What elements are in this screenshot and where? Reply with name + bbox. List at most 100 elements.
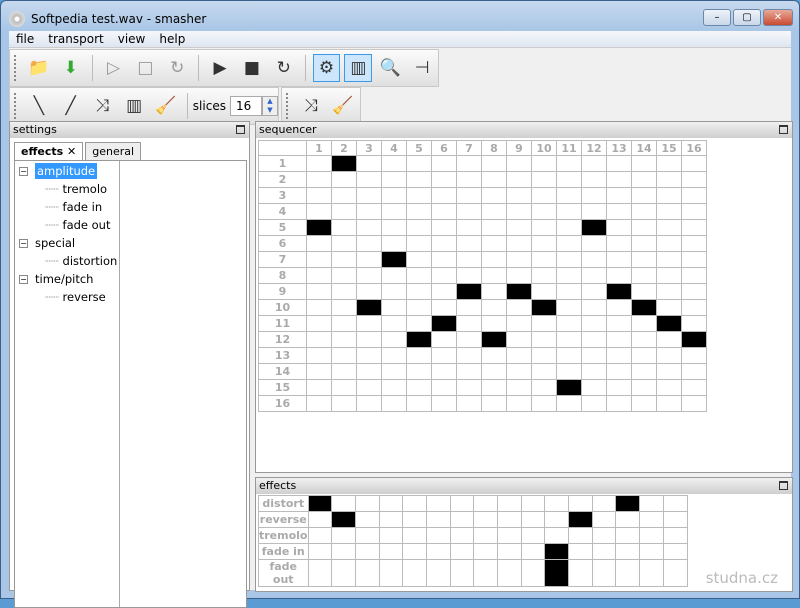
grid-cell[interactable] — [331, 363, 357, 380]
grid-cell[interactable] — [556, 235, 582, 252]
grid-cell[interactable] — [331, 235, 357, 252]
grid-cell[interactable] — [581, 363, 607, 380]
menu-file[interactable]: file — [9, 31, 41, 47]
grid-cell[interactable] — [568, 559, 593, 587]
grid-cell[interactable] — [331, 155, 357, 172]
grid-cell[interactable] — [431, 315, 457, 332]
grid-cell[interactable] — [473, 559, 498, 587]
grid-cell[interactable] — [378, 511, 404, 528]
grid-cell[interactable] — [456, 379, 482, 396]
grid-cell[interactable] — [381, 219, 407, 236]
grid-cell[interactable] — [306, 171, 332, 188]
grid-cell[interactable] — [520, 543, 546, 560]
shuffle-effects-icon[interactable]: ⤨ — [297, 92, 325, 120]
grid-cell[interactable] — [531, 331, 557, 348]
grid-cell[interactable] — [449, 495, 475, 512]
grid-cell[interactable] — [531, 171, 557, 188]
grid-cell[interactable] — [681, 379, 707, 396]
grid-cell[interactable] — [481, 363, 507, 380]
grid-cell[interactable] — [591, 559, 617, 587]
grid-cell[interactable] — [531, 267, 557, 284]
grid-cell[interactable] — [606, 187, 632, 204]
grid-cell[interactable] — [556, 219, 582, 236]
grid-cell[interactable] — [631, 267, 657, 284]
grid-cell[interactable] — [481, 395, 507, 412]
grid-cell[interactable] — [307, 559, 333, 587]
grid-cell[interactable] — [631, 187, 657, 204]
grid-cell[interactable] — [425, 495, 451, 512]
grid-cell[interactable] — [431, 267, 457, 284]
grid-cell[interactable] — [631, 363, 657, 380]
grid-cell[interactable] — [656, 171, 682, 188]
grid-cell[interactable] — [656, 363, 682, 380]
grid-cell[interactable] — [531, 315, 557, 332]
grid-cell[interactable] — [581, 267, 607, 284]
grid-cell[interactable] — [406, 363, 432, 380]
grid-cell[interactable] — [306, 203, 332, 220]
grid-cell[interactable] — [681, 283, 707, 300]
grid-cell[interactable] — [531, 363, 557, 380]
grid-cell[interactable] — [481, 379, 507, 396]
grid-cell[interactable] — [406, 331, 432, 348]
clear-effects-broom-icon[interactable]: 🧹 — [329, 92, 357, 120]
grid-cell[interactable] — [520, 559, 546, 587]
grid-cell[interactable] — [381, 267, 407, 284]
grid-cell[interactable] — [381, 379, 407, 396]
grid-cell[interactable] — [331, 251, 357, 268]
grid-cell[interactable] — [406, 347, 432, 364]
grid-cell[interactable] — [656, 283, 682, 300]
grid-cell[interactable] — [631, 283, 657, 300]
grid-cell[interactable] — [506, 363, 532, 380]
grid-cell[interactable] — [556, 251, 582, 268]
grid-cell[interactable] — [506, 331, 532, 348]
grid-cell[interactable] — [306, 331, 332, 348]
grid-cell[interactable] — [354, 527, 380, 544]
grid-cell[interactable] — [456, 235, 482, 252]
grid-cell[interactable] — [568, 495, 593, 512]
grid-cell[interactable] — [473, 511, 498, 528]
grid-cell[interactable] — [639, 511, 664, 528]
grid-cell[interactable] — [606, 347, 632, 364]
grid-cell[interactable] — [606, 299, 632, 316]
grid-cell[interactable] — [481, 155, 507, 172]
grid-cell[interactable] — [506, 171, 532, 188]
grid-cell[interactable] — [306, 363, 332, 380]
grid-cell[interactable] — [681, 187, 707, 204]
grid-cell[interactable] — [306, 187, 332, 204]
grid-cell[interactable] — [556, 171, 582, 188]
grid-cell[interactable] — [581, 235, 607, 252]
grid-cell[interactable] — [631, 235, 657, 252]
collapse-toggle-icon[interactable]: − — [19, 275, 28, 284]
grid-cell[interactable] — [481, 331, 507, 348]
grid-cell[interactable] — [556, 283, 582, 300]
grid-cell[interactable] — [531, 155, 557, 172]
grid-cell[interactable] — [581, 251, 607, 268]
grid-cell[interactable] — [531, 203, 557, 220]
line-down-icon[interactable]: ╲ — [25, 92, 53, 120]
stop-icon[interactable]: ■ — [238, 54, 266, 82]
grid-cell[interactable] — [306, 267, 332, 284]
grid-cell[interactable] — [544, 527, 570, 544]
grid-cell[interactable] — [606, 203, 632, 220]
grid-cell[interactable] — [456, 187, 482, 204]
grid-cell[interactable] — [406, 283, 432, 300]
grid-cell[interactable] — [615, 511, 641, 528]
grid-cell[interactable] — [431, 155, 457, 172]
grid-cell[interactable] — [456, 203, 482, 220]
grid-cell[interactable] — [431, 363, 457, 380]
grid-cell[interactable] — [506, 267, 532, 284]
grid-cell[interactable] — [531, 347, 557, 364]
grid-cell[interactable] — [354, 559, 380, 587]
grid-cell[interactable] — [506, 219, 532, 236]
grid-cell[interactable] — [662, 495, 688, 512]
grid-cell[interactable] — [631, 299, 657, 316]
grid-cell[interactable] — [456, 219, 482, 236]
grid-cell[interactable] — [531, 187, 557, 204]
maximize-button[interactable]: ▢ — [733, 9, 761, 26]
grid-cell[interactable] — [556, 299, 582, 316]
loop-icon[interactable]: ↻ — [270, 54, 298, 82]
grid-cell[interactable] — [556, 155, 582, 172]
grid-cell[interactable] — [381, 187, 407, 204]
grid-cell[interactable] — [656, 315, 682, 332]
grid-cell[interactable] — [431, 235, 457, 252]
